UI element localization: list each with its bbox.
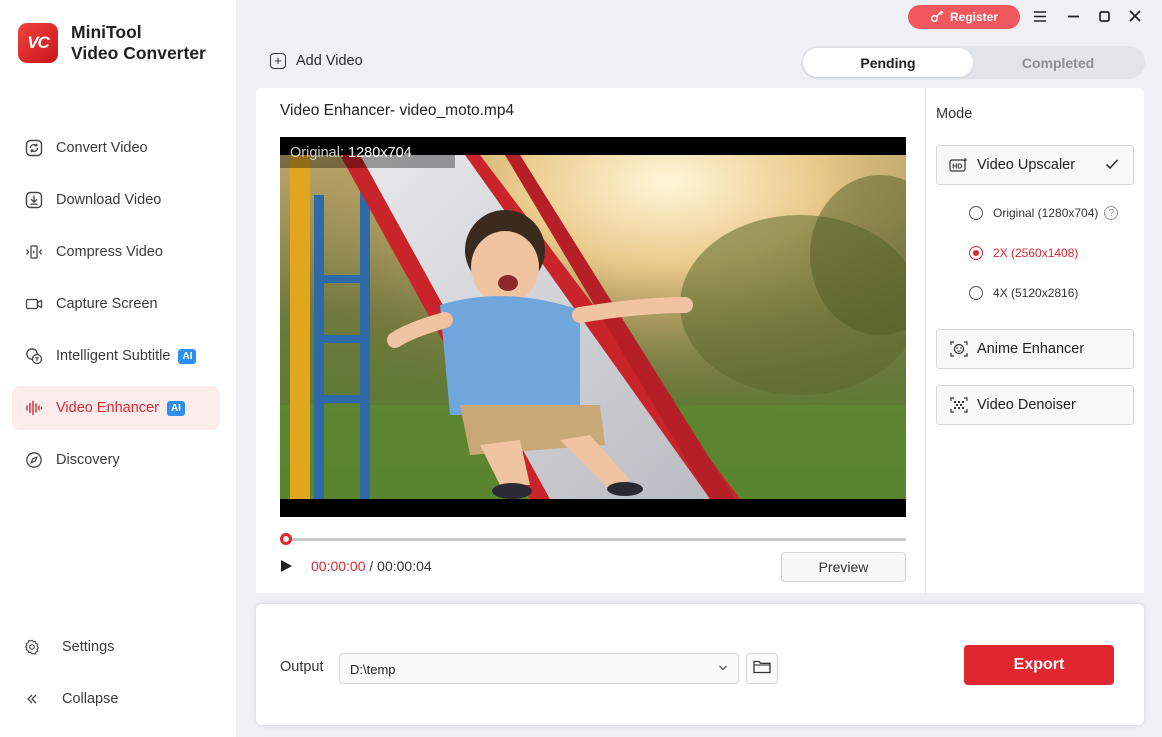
seek-handle[interactable] [280,533,292,545]
app-name: MiniTool Video Converter [71,22,206,64]
convert-icon [24,138,44,158]
sidebar-item-capture-screen[interactable]: Capture Screen [12,282,220,326]
denoise-icon [949,396,969,414]
checkmark-icon [1105,157,1119,175]
sidebar-item-label: Discovery [56,452,120,468]
play-icon [281,560,292,572]
double-chevron-left-icon [22,692,42,706]
maximize-icon [1098,9,1110,26]
sidebar-bottom: Settings Collapse [22,628,118,732]
anime-enhancer-button[interactable]: Anime Enhancer [936,329,1134,369]
original-value: 1280x704 [348,145,412,161]
video-frame-image [280,155,906,499]
tab-pending[interactable]: Pending [803,48,973,77]
radio-button[interactable] [969,246,983,260]
sidebar-item-label: Intelligent Subtitle [56,348,171,364]
menu-button[interactable] [1029,6,1051,28]
sidebar-item-label: Capture Screen [56,296,158,312]
page-title: Video Enhancer- video_moto.mp4 [280,102,515,119]
hd-icon: HD [949,156,969,174]
app-name-line2: Video Converter [71,43,206,63]
sidebar-item-intelligent-subtitle[interactable]: Intelligent Subtitle AI [12,334,220,378]
compress-icon [24,242,44,262]
task-tabs: Pending Completed [801,46,1145,79]
ai-badge: AI [178,348,197,364]
settings-button[interactable]: Settings [22,628,118,666]
option-label: Original (1280x704) [993,206,1099,220]
original-resolution-label: Original: 1280x704 [280,137,455,168]
sidebar-item-download-video[interactable]: Download Video [12,178,220,222]
close-button[interactable] [1124,6,1146,28]
output-path-value: D:\temp [350,662,396,677]
gear-icon [22,639,42,655]
help-icon[interactable]: ? [1104,206,1119,220]
option-original[interactable]: Original (1280x704) ? [969,206,1119,220]
maximize-button[interactable] [1093,6,1115,28]
option-4x[interactable]: 4X (5120x2816) [969,286,1078,300]
key-icon [930,9,944,26]
mode-title: Mode [936,106,973,122]
plus-icon: + [270,53,286,69]
sidebar-item-label: Compress Video [56,244,163,260]
subtitle-icon [24,346,44,366]
preview-button[interactable]: Preview [781,552,906,582]
option-label: 2X (2560x1408) [993,246,1079,260]
output-label: Output [280,659,324,675]
sidebar-item-discovery[interactable]: Discovery [12,438,220,482]
sidebar-item-compress-video[interactable]: Compress Video [12,230,220,274]
collapse-label: Collapse [62,691,119,707]
browse-folder-button[interactable] [746,653,778,684]
camera-icon [24,294,44,314]
sidebar: VC MiniTool Video Converter Convert Vide… [0,0,236,737]
logo-icon: VC [18,23,58,63]
playback-time: 00:00:00 / 00:00:04 [311,558,432,574]
hamburger-icon [1034,9,1046,26]
chevron-down-icon [718,661,728,676]
download-icon [24,190,44,210]
time-separator: / [369,558,374,574]
compass-icon [24,450,44,470]
original-key: Original: [290,145,344,161]
panel-divider [925,88,926,593]
close-icon [1129,9,1141,26]
sidebar-nav: Convert Video Download Video Compress Vi… [12,126,220,490]
minimize-icon [1067,9,1079,26]
play-button[interactable] [280,559,294,573]
anime-icon [949,340,969,358]
radio-button[interactable] [969,206,983,220]
seek-bar[interactable] [284,538,906,541]
sidebar-item-label: Download Video [56,192,162,208]
svg-text:HD: HD [952,164,962,171]
sidebar-item-video-enhancer[interactable]: Video Enhancer AI [12,386,220,430]
minimize-button[interactable] [1062,6,1084,28]
add-video-button[interactable]: + Add Video [270,53,363,69]
register-label: Register [949,10,999,24]
register-button[interactable]: Register [908,5,1020,29]
video-upscaler-label: Video Upscaler [977,157,1076,173]
ai-badge: AI [166,400,185,416]
add-video-label: Add Video [296,53,363,69]
video-preview[interactable] [280,137,906,517]
option-2x[interactable]: 2X (2560x1408) [969,246,1078,260]
export-button[interactable]: Export [964,645,1114,685]
folder-icon [753,659,771,679]
settings-label: Settings [62,639,115,655]
sidebar-item-convert-video[interactable]: Convert Video [12,126,220,170]
current-time: 00:00:00 [311,558,366,574]
output-path-select[interactable]: D:\temp [339,653,739,684]
video-denoiser-button[interactable]: Video Denoiser [936,385,1134,425]
sidebar-item-label: Video Enhancer [56,400,159,416]
collapse-button[interactable]: Collapse [22,680,118,718]
app-logo: VC MiniTool Video Converter [18,22,206,64]
option-label: 4X (5120x2816) [993,286,1079,300]
sidebar-item-label: Convert Video [56,140,148,156]
waveform-icon [24,398,44,418]
video-denoiser-label: Video Denoiser [977,397,1076,413]
video-upscaler-button[interactable]: HD Video Upscaler [936,145,1134,185]
tab-completed[interactable]: Completed [973,48,1143,77]
anime-enhancer-label: Anime Enhancer [977,341,1085,357]
total-time: 00:00:04 [377,558,432,574]
app-name-line1: MiniTool [71,22,142,42]
radio-button[interactable] [969,286,983,300]
